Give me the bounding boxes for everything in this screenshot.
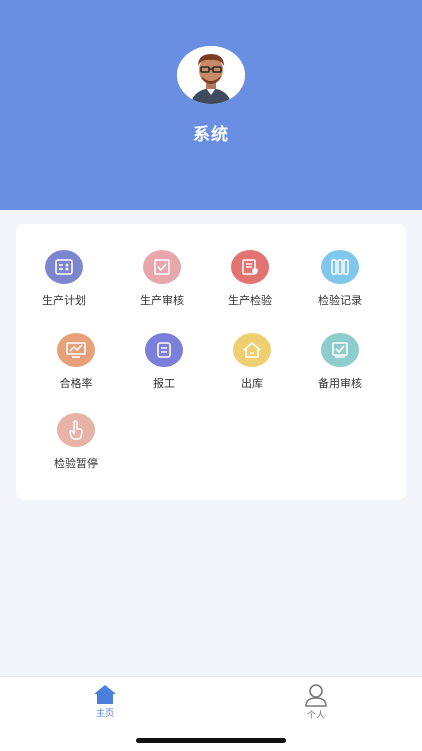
outbound-icon: [233, 333, 271, 367]
tab-profile[interactable]: 个人: [286, 683, 346, 721]
home-indicator: [136, 738, 286, 743]
production-review-icon: [143, 250, 181, 284]
menu-item-label: 报工: [153, 377, 175, 390]
person-icon: [305, 684, 327, 707]
person-avatar-icon: [177, 46, 245, 104]
tab-home-label: 主页: [95, 709, 114, 719]
production-inspection-icon: [231, 250, 269, 284]
inspection-record-icon: [321, 250, 359, 284]
menu-item-work-report[interactable]: 报工: [116, 333, 212, 403]
menu-item-pass-rate[interactable]: 合格率: [28, 333, 124, 403]
menu-item-label: 检验暂停: [54, 457, 98, 470]
menu-item-inspection-record[interactable]: 检验记录: [292, 250, 388, 320]
menu-item-label: 生产审核: [140, 294, 184, 307]
menu-item-production-inspection[interactable]: 生产检验: [202, 250, 298, 320]
tab-home[interactable]: 主页: [75, 683, 135, 719]
home-icon: [94, 685, 116, 704]
tab-profile-label: 个人: [306, 711, 325, 721]
menu-item-inspection-pause[interactable]: 检验暂停: [28, 413, 124, 483]
menu-item-outbound[interactable]: 出库: [204, 333, 300, 403]
inspection-pause-icon: [57, 413, 95, 447]
production-plan-icon: [45, 250, 83, 284]
menu-item-label: 备用审核: [318, 377, 362, 390]
menu-item-label: 合格率: [59, 377, 93, 390]
header-banner: 系统: [0, 0, 422, 210]
menu-item-label: 生产计划: [42, 294, 86, 307]
avatar[interactable]: [177, 46, 245, 104]
menu-item-backup-review[interactable]: 备用审核: [292, 333, 388, 403]
menu-item-production-plan[interactable]: 生产计划: [16, 250, 112, 320]
app-title: 系统: [193, 125, 229, 145]
backup-review-icon: [321, 333, 359, 367]
menu-item-label: 生产检验: [228, 294, 272, 307]
menu-item-production-review[interactable]: 生产审核: [114, 250, 210, 320]
work-report-icon: [145, 333, 183, 367]
menu-item-label: 检验记录: [318, 294, 362, 307]
menu-item-label: 出库: [241, 377, 263, 390]
pass-rate-icon: [57, 333, 95, 367]
